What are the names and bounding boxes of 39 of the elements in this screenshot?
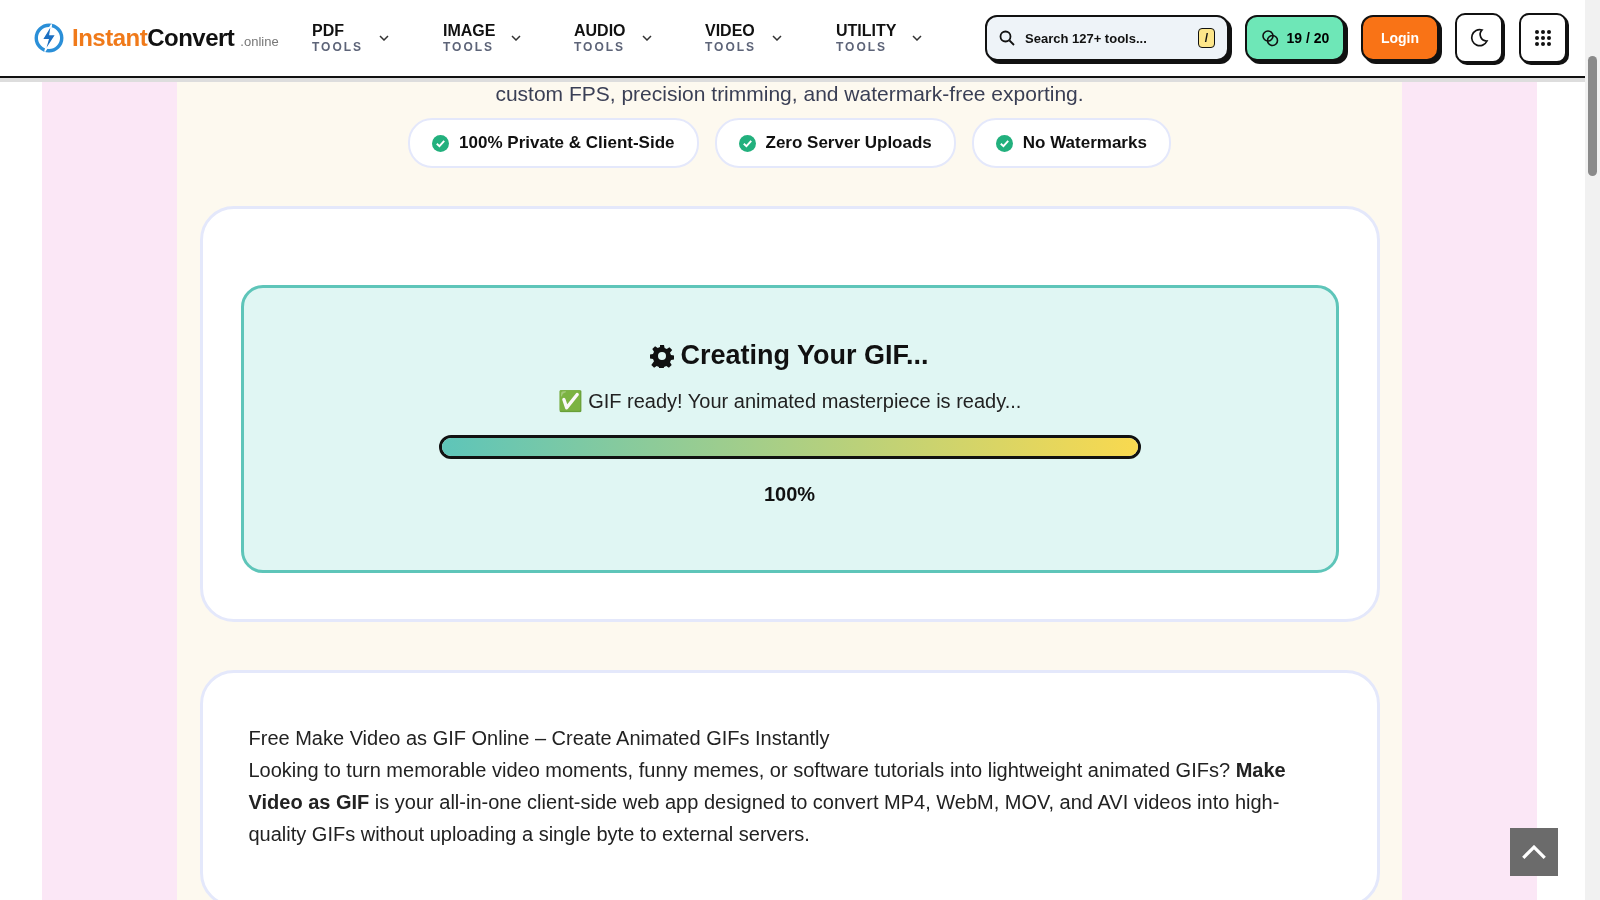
usage-counter-button[interactable]: 19 / 20 (1245, 15, 1345, 61)
feature-badge: No Watermarks (971, 118, 1171, 168)
scroll-to-top-button[interactable] (1510, 828, 1558, 876)
shortcut-key: / (1197, 28, 1215, 48)
scrollbar[interactable] (1585, 0, 1600, 900)
search-field[interactable]: Search 127+ tools... / (985, 15, 1229, 61)
coins-icon (1260, 29, 1279, 47)
lightning-logo-icon (32, 21, 66, 55)
brand-name[interactable]: InstantConvert (72, 24, 235, 52)
feature-badge: Zero Server Uploads (714, 118, 956, 168)
article-paragraph: Looking to turn memorable video moments, funny memes, or software tutorials into lightweight animated GIFs? Make Video as GIF is your all-in-one client-side web app designed to convert MP4, WebM, MOV, and AVI videos into high-quality GIFs without uploading a single byte to external servers. (248, 758, 1287, 847)
nav-menu[interactable]: AUDIO TOOLS (574, 23, 705, 53)
feature-badge: 100% Private & Client-Side (408, 118, 699, 168)
intro-text: custom FPS, precision trimming, and watermark-free exporting. (495, 82, 1084, 106)
gear-icon (650, 343, 675, 368)
chevron-icon (772, 35, 783, 41)
nav-menu[interactable]: PDF TOOLS (312, 23, 443, 53)
status-message: ✅ GIF ready! Your animated masterpiece is ready... (557, 389, 1022, 413)
theme-toggle-button[interactable] (1455, 13, 1503, 63)
brand-suffix: .online (240, 33, 279, 49)
chevron-icon (379, 35, 390, 41)
moon-icon (1469, 28, 1489, 48)
chevron-icon (641, 35, 652, 41)
check-circle-icon (738, 134, 756, 152)
article-heading: Free Make Video as GIF Online – Create Animated GIFs Instantly (248, 727, 831, 750)
progress-title: Creating Your GIF... (680, 340, 929, 371)
chevron-icon (511, 35, 522, 41)
grid-icon (1533, 28, 1553, 48)
check-circle-icon (432, 134, 450, 152)
nav-menu[interactable]: UTILITY TOOLS (836, 23, 967, 53)
chevron-up-icon (1521, 844, 1547, 860)
search-input[interactable]: Search 127+ tools... (1023, 29, 1190, 47)
nav-menu[interactable]: IMAGE TOOLS (443, 23, 574, 53)
check-circle-icon (995, 134, 1013, 152)
nav-menu[interactable]: VIDEO TOOLS (705, 23, 836, 53)
progress-percent: 100% (763, 483, 816, 506)
apps-grid-button[interactable] (1519, 13, 1567, 63)
search-icon (999, 30, 1015, 46)
chevron-icon (912, 35, 923, 41)
